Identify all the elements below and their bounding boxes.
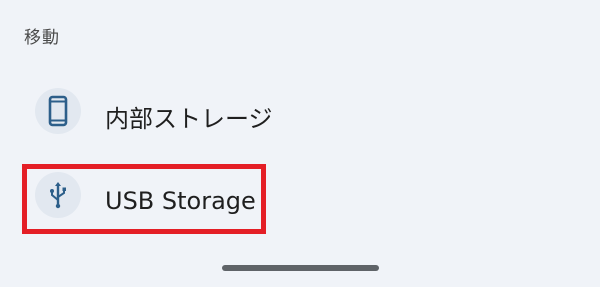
home-indicator[interactable]	[222, 265, 379, 271]
list-item-usb-storage[interactable]: USB Storage	[0, 162, 600, 242]
phone-icon	[35, 88, 81, 134]
section-header: 移動	[24, 28, 60, 48]
list-item-internal-storage[interactable]: 内部ストレージ	[0, 78, 600, 158]
item-label: USB Storage	[105, 187, 256, 215]
item-label: 内部ストレージ	[105, 105, 273, 133]
usb-icon	[35, 172, 81, 218]
